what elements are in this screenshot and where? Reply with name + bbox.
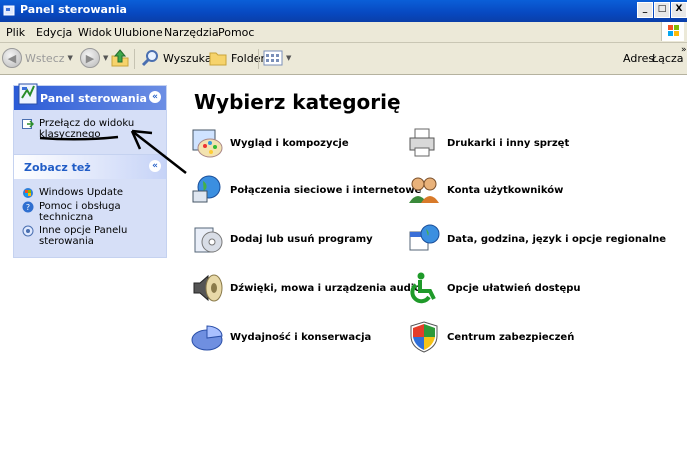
window-title: Panel sterowania xyxy=(20,3,127,16)
category-label: Wydajność i konserwacja xyxy=(230,331,372,343)
category-accessibility[interactable]: Opcje ułatwień dostępu xyxy=(407,271,581,305)
category-label: Centrum zabezpieczeń xyxy=(447,331,575,343)
page-title: Wybierz kategorię xyxy=(194,90,401,114)
folders-icon xyxy=(209,52,227,66)
see-also-item-other-options[interactable]: Inne opcje Panelu sterowania xyxy=(22,225,158,247)
back-arrow-icon: ◀ xyxy=(2,48,22,68)
task-pane: Panel sterowania « Przełącz do widoku kl… xyxy=(0,75,187,465)
address-label[interactable]: Adres xyxy=(623,52,654,65)
dropdown-arrow-icon: ▼ xyxy=(103,54,109,62)
category-label: Wygląd i kompozycje xyxy=(230,137,349,149)
see-also-label: Inne opcje Panelu sterowania xyxy=(39,225,128,247)
links-label[interactable]: Łącza xyxy=(652,52,684,65)
views-icon xyxy=(263,50,283,66)
close-button[interactable]: X xyxy=(671,2,687,18)
add-remove-programs-icon xyxy=(194,227,223,253)
forward-arrow-icon: ▶ xyxy=(80,48,100,68)
category-network[interactable]: Połączenia sieciowe i internetowe xyxy=(190,173,421,207)
menu-favorites[interactable]: Ulubione xyxy=(114,26,163,39)
category-user-accounts[interactable]: Konta użytkowników xyxy=(407,173,563,207)
annotation-arrow-icon xyxy=(39,129,187,174)
performance-pie-icon xyxy=(191,325,223,351)
control-panel-icon xyxy=(3,5,15,16)
category-label: Dźwięki, mowa i urządzenia audio xyxy=(230,282,422,294)
user-accounts-icon xyxy=(409,177,439,203)
category-label: Dodaj lub usuń programy xyxy=(230,233,373,245)
see-also-label: Pomoc i obsługa techniczna xyxy=(39,201,121,223)
category-label: Konta użytkowników xyxy=(447,184,564,196)
category-printers[interactable]: Drukarki i inny sprzęt xyxy=(407,126,569,160)
menu-edit[interactable]: Edycja xyxy=(36,26,72,39)
date-time-globe-icon xyxy=(409,224,440,251)
category-label: Połączenia sieciowe i internetowe xyxy=(230,184,422,196)
category-sounds[interactable]: Dźwięki, mowa i urządzenia audio xyxy=(190,271,421,305)
category-date-time-language[interactable]: Data, godzina, język i opcje regionalne xyxy=(407,222,666,256)
minimize-button[interactable]: _ xyxy=(637,2,653,18)
windows-logo-icon xyxy=(661,22,684,41)
printer-icon xyxy=(409,128,435,157)
svg-text:?: ? xyxy=(26,203,30,212)
see-also-item-help[interactable]: ? Pomoc i obsługa techniczna xyxy=(22,201,158,223)
search-icon xyxy=(141,50,158,67)
category-performance[interactable]: Wydajność i konserwacja xyxy=(190,320,371,354)
title-bar: Panel sterowania _ □ X xyxy=(0,0,687,22)
back-label: Wstecz xyxy=(25,51,65,65)
back-button[interactable]: ◀ Wstecz ▼ xyxy=(2,47,73,69)
security-shield-icon xyxy=(410,321,438,353)
forward-button[interactable]: ▶ ▼ xyxy=(80,47,108,69)
menu-file[interactable]: Plik xyxy=(6,26,25,39)
toolbar: ◀ Wstecz ▼ ▶ ▼ Wyszukaj Foldery ▼ xyxy=(0,43,687,75)
category-label: Drukarki i inny sprzęt xyxy=(447,137,570,149)
category-add-remove-programs[interactable]: Dodaj lub usuń programy xyxy=(190,222,373,256)
category-security-center[interactable]: Centrum zabezpieczeń xyxy=(407,320,574,354)
views-button[interactable]: ▼ xyxy=(263,47,291,69)
folders-button[interactable]: Foldery xyxy=(208,47,272,69)
dropdown-arrow-icon: ▼ xyxy=(67,54,73,62)
help-icon: ? xyxy=(22,201,34,213)
other-options-icon xyxy=(22,225,34,237)
network-globe-icon xyxy=(192,175,221,203)
accessibility-wheelchair-icon xyxy=(410,272,436,304)
menu-tools[interactable]: Narzędzia xyxy=(164,26,219,39)
menu-bar: Plik Edycja Widok Ulubione Narzędzia Pom… xyxy=(0,22,687,43)
toolbar-overflow-icon[interactable]: » xyxy=(681,45,687,55)
maximize-button[interactable]: □ xyxy=(654,2,670,18)
menu-help[interactable]: Pomoc xyxy=(218,26,254,39)
search-label: Wyszukaj xyxy=(163,51,215,65)
dropdown-arrow-icon: ▼ xyxy=(286,54,292,62)
category-label: Opcje ułatwień dostępu xyxy=(447,282,581,294)
content-area: Panel sterowania « Przełącz do widoku kl… xyxy=(0,75,687,465)
category-appearance[interactable]: Wygląd i kompozycje xyxy=(190,126,349,160)
folder-up-icon xyxy=(111,49,129,67)
up-button[interactable] xyxy=(110,47,130,69)
menu-view[interactable]: Widok xyxy=(78,26,112,39)
speaker-icon xyxy=(193,274,223,302)
category-label: Data, godzina, język i opcje regionalne xyxy=(447,233,667,245)
appearance-icon xyxy=(192,129,223,158)
search-button[interactable]: Wyszukaj xyxy=(140,47,215,69)
